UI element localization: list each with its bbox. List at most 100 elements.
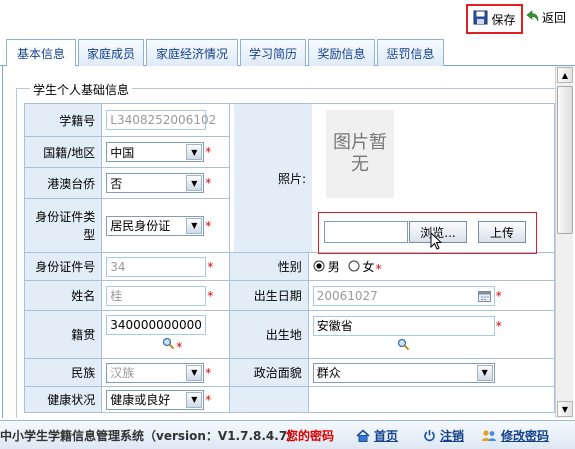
calendar-icon[interactable] xyxy=(477,290,491,302)
required-mark: * xyxy=(495,318,502,333)
upload-area: 浏览... 上传 xyxy=(317,212,537,254)
hkmt-label: 港澳台侨 xyxy=(23,167,103,200)
id-no-label: 身份证件号 xyxy=(23,252,103,281)
save-label: 保存 xyxy=(491,12,516,27)
ethnic-label: 民族 xyxy=(23,358,103,387)
floppy-disk-icon xyxy=(473,10,488,28)
save-button[interactable]: 保存 xyxy=(466,4,523,34)
chevron-down-icon: ▼ xyxy=(186,217,203,234)
hkmt-value: 否 xyxy=(110,176,123,191)
required-mark: * xyxy=(205,365,212,380)
required-mark: * xyxy=(207,288,214,303)
gender-label: 性别 xyxy=(228,252,309,281)
health-select[interactable]: 健康或良好 ▼ xyxy=(106,389,205,410)
photo-placeholder: 图片暂无 xyxy=(332,132,387,175)
chevron-down-icon: ▼ xyxy=(186,391,203,408)
magnifier-icon[interactable] xyxy=(162,337,175,350)
chevron-down-icon: ▼ xyxy=(186,144,203,161)
photo-label: 照片: xyxy=(233,104,312,252)
required-mark: * xyxy=(205,145,212,160)
nationality-select[interactable]: 中国 ▼ xyxy=(106,142,205,163)
required-mark: * xyxy=(205,176,212,191)
radio-checked-icon xyxy=(313,260,325,272)
required-mark: * xyxy=(176,339,183,354)
upload-button[interactable]: 上传 xyxy=(477,221,526,243)
political-label: 政治面貌 xyxy=(228,358,309,387)
native-place-label: 籍贯 xyxy=(23,310,103,359)
mouse-cursor-icon xyxy=(430,232,443,250)
toolbar: 保存 返回 xyxy=(0,0,575,37)
student-photo: 图片暂无 xyxy=(325,110,394,198)
birthplace-field[interactable]: 安徽省 xyxy=(312,315,495,336)
ethnic-value: 汉族 xyxy=(110,366,135,380)
tab-punishments[interactable]: 惩罚信息 xyxy=(377,39,444,66)
logout-label: 注销 xyxy=(440,428,465,443)
file-path-input[interactable] xyxy=(323,221,408,243)
gender-male-label: 男 xyxy=(327,259,340,274)
id-no-field[interactable]: 34 xyxy=(106,256,207,277)
gender-female-label: 女 xyxy=(362,259,375,274)
political-select[interactable]: 群众 ▼ xyxy=(312,362,495,383)
name-field[interactable]: 桂 xyxy=(106,285,207,306)
ethnic-select[interactable]: 汉族 ▼ xyxy=(106,362,205,383)
birthplace-label: 出生地 xyxy=(228,310,309,359)
nationality-label: 国籍/地区 xyxy=(23,136,103,169)
radio-unchecked-icon xyxy=(348,260,360,272)
empty-value-cell xyxy=(307,386,555,413)
id-type-value: 居民身份证 xyxy=(110,219,171,234)
power-icon xyxy=(424,429,435,441)
basic-info-fieldset: 学生个人基础信息 学籍号 L3408252006102 照片: 图片暂无 浏览.… xyxy=(16,81,555,418)
home-icon xyxy=(356,428,370,442)
gender-male-radio[interactable]: 男 xyxy=(313,258,340,275)
tab-study-resume[interactable]: 学习简历 xyxy=(240,39,306,66)
content-panel: 学生个人基础信息 学籍号 L3408252006102 照片: 图片暂无 浏览.… xyxy=(2,66,555,418)
native-place-field[interactable]: 340000000000 xyxy=(106,315,207,336)
required-mark: * xyxy=(495,288,502,303)
photo-section: 照片: 图片暂无 浏览... 上传 xyxy=(233,104,554,254)
tab-bar: 基本信息 家庭成员 家庭经济情况 学习简历 奖励信息 惩罚信息 xyxy=(0,37,575,67)
required-mark: * xyxy=(205,218,212,233)
vertical-scrollbar[interactable]: ▲ ▼ xyxy=(555,66,573,418)
name-label: 姓名 xyxy=(23,280,103,311)
id-type-select[interactable]: 居民身份证 ▼ xyxy=(106,215,205,236)
student-form: 学籍号 L3408252006102 照片: 图片暂无 浏览... 上传 国籍/… xyxy=(23,102,555,413)
scroll-up-icon[interactable]: ▲ xyxy=(557,67,573,83)
back-arrow-icon xyxy=(526,9,540,26)
political-value: 群众 xyxy=(316,366,341,380)
health-value: 健康或良好 xyxy=(110,393,171,407)
footer-bar: 中小学生学籍信息管理系统（version：V1.7.8.4.7） 您的密码 首页… xyxy=(0,420,575,449)
chevron-down-icon: ▼ xyxy=(476,364,493,381)
student-no-label: 学籍号 xyxy=(23,102,103,138)
password-notice: 您的密码 xyxy=(286,428,335,443)
tab-basic-info[interactable]: 基本信息 xyxy=(6,39,76,67)
back-button[interactable]: 返回 xyxy=(526,9,566,26)
users-icon xyxy=(482,429,496,441)
student-no-field[interactable]: L3408252006102 xyxy=(106,110,216,131)
birth-date-field[interactable]: 20061027 xyxy=(312,285,495,306)
health-label: 健康状况 xyxy=(23,386,103,413)
required-mark: * xyxy=(375,261,382,276)
birth-date-value: 20061027 xyxy=(316,288,378,303)
magnifier-icon[interactable] xyxy=(397,338,410,351)
scroll-thumb[interactable] xyxy=(557,86,573,234)
back-label: 返回 xyxy=(542,11,567,25)
home-label: 首页 xyxy=(374,428,399,443)
chevron-down-icon: ▼ xyxy=(186,175,203,192)
fieldset-legend: 学生个人基础信息 xyxy=(30,81,133,98)
empty-label-cell xyxy=(228,386,309,413)
logout-link[interactable]: 注销 xyxy=(423,427,464,444)
scroll-down-icon[interactable]: ▼ xyxy=(557,401,573,417)
tab-family-economy[interactable]: 家庭经济情况 xyxy=(146,39,238,66)
gender-female-radio[interactable]: 女 xyxy=(348,258,375,275)
change-password-label: 修改密码 xyxy=(501,428,550,443)
hkmt-select[interactable]: 否 ▼ xyxy=(106,173,205,194)
tab-rewards[interactable]: 奖励信息 xyxy=(308,39,375,66)
id-type-label: 身份证件类型 xyxy=(23,198,103,253)
tab-family-members[interactable]: 家庭成员 xyxy=(78,39,144,66)
birth-date-label: 出生日期 xyxy=(228,280,309,311)
required-mark: * xyxy=(207,259,214,274)
required-mark: * xyxy=(205,392,212,407)
nationality-value: 中国 xyxy=(110,145,135,160)
change-password-link[interactable]: 修改密码 xyxy=(481,427,549,444)
home-link[interactable]: 首页 xyxy=(356,427,398,444)
